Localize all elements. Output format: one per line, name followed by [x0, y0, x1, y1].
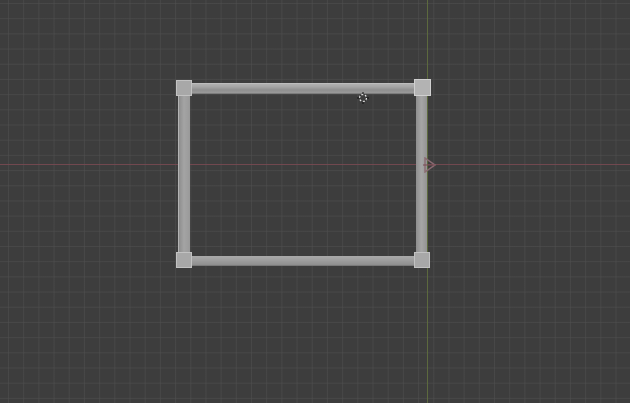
3d-viewport[interactable] — [0, 0, 630, 403]
origin-arrow-icon — [423, 156, 437, 177]
frame-left-post[interactable] — [178, 92, 190, 256]
frame-bottom-beam[interactable] — [185, 256, 417, 266]
frame-corner-top-right[interactable] — [414, 79, 431, 96]
frame-corner-bottom-left[interactable] — [176, 252, 192, 268]
frame-corner-bottom-right[interactable] — [414, 252, 430, 268]
frame-top-beam[interactable] — [185, 83, 417, 94]
frame-corner-top-left[interactable] — [176, 80, 192, 96]
x-axis-line — [0, 164, 630, 165]
y-axis-line — [427, 0, 428, 403]
3d-cursor-icon[interactable] — [357, 89, 369, 108]
